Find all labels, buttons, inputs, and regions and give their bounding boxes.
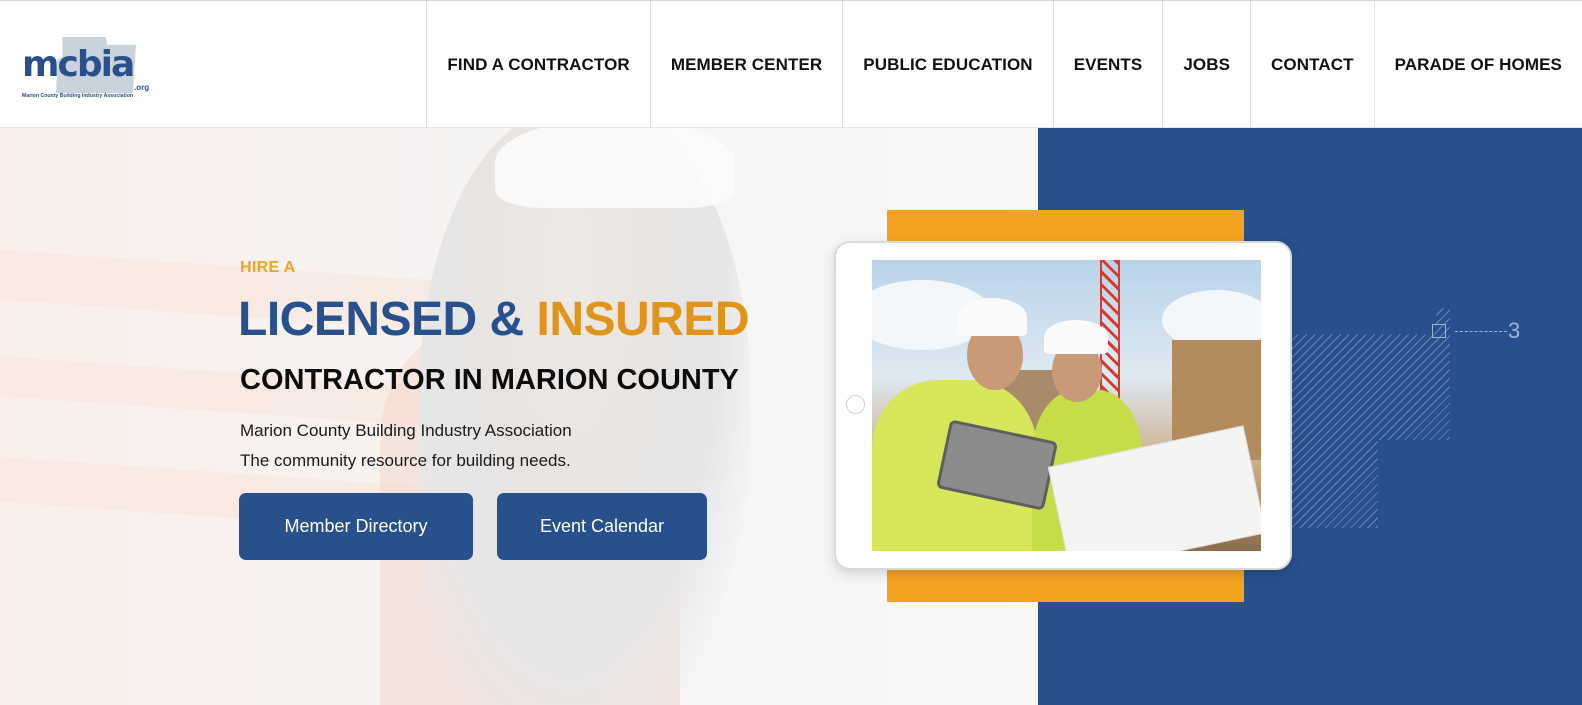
nav-contact[interactable]: CONTACT: [1250, 1, 1374, 128]
nav-events[interactable]: EVENTS: [1052, 1, 1163, 128]
hero-section: 3 HIRE A LICENSED & INSURED CONTRACTOR I…: [0, 128, 1582, 705]
nav-jobs[interactable]: JOBS: [1162, 1, 1250, 128]
hero-headline: LICENSED & INSURED: [238, 292, 750, 347]
hero-subhead: CONTRACTOR IN MARION COUNTY: [240, 364, 739, 396]
gold-accent-bottom: [887, 570, 1244, 602]
blueprint-marker: [1432, 324, 1446, 338]
hero-eyebrow: HIRE A: [240, 259, 296, 276]
hero-description: Marion County Building Industry Associat…: [240, 416, 572, 476]
site-header: mcbia .org Marion County Building Indust…: [0, 0, 1582, 128]
gold-accent-top: [887, 210, 1244, 242]
tablet-frame: [834, 241, 1292, 570]
nav-public-education[interactable]: PUBLIC EDUCATION: [842, 1, 1052, 128]
desc-line-1: Marion County Building Industry Associat…: [240, 421, 572, 440]
tablet-home-button: [846, 395, 865, 414]
member-directory-button[interactable]: Member Directory: [239, 493, 473, 560]
blueprint-dimension-line: [1455, 331, 1507, 332]
worker-left-hard-hat: [957, 298, 1027, 336]
nav-parade-of-homes[interactable]: PARADE OF HOMES: [1373, 1, 1582, 128]
logo-suffix: .org: [134, 83, 150, 92]
headline-licensed: LICENSED &: [238, 293, 537, 346]
headline-insured: INSURED: [536, 293, 750, 346]
mcbia-logo[interactable]: mcbia .org Marion County Building Indust…: [20, 31, 160, 105]
logo-wordmark: mcbia: [22, 44, 135, 85]
blueprint-number: 3: [1508, 318, 1521, 343]
desc-line-2: The community resource for building need…: [240, 451, 571, 470]
event-calendar-button[interactable]: Event Calendar: [497, 493, 707, 560]
worker-right-hard-hat: [1044, 320, 1108, 354]
nav-find-a-contractor[interactable]: FIND A CONTRACTOR: [426, 1, 649, 128]
engineers-photo: [872, 260, 1261, 551]
nav-member-center[interactable]: MEMBER CENTER: [649, 1, 842, 128]
logo-tagline: Marion County Building Industry Associat…: [22, 93, 134, 99]
main-nav: FIND A CONTRACTOR MEMBER CENTER PUBLIC E…: [426, 1, 1582, 128]
